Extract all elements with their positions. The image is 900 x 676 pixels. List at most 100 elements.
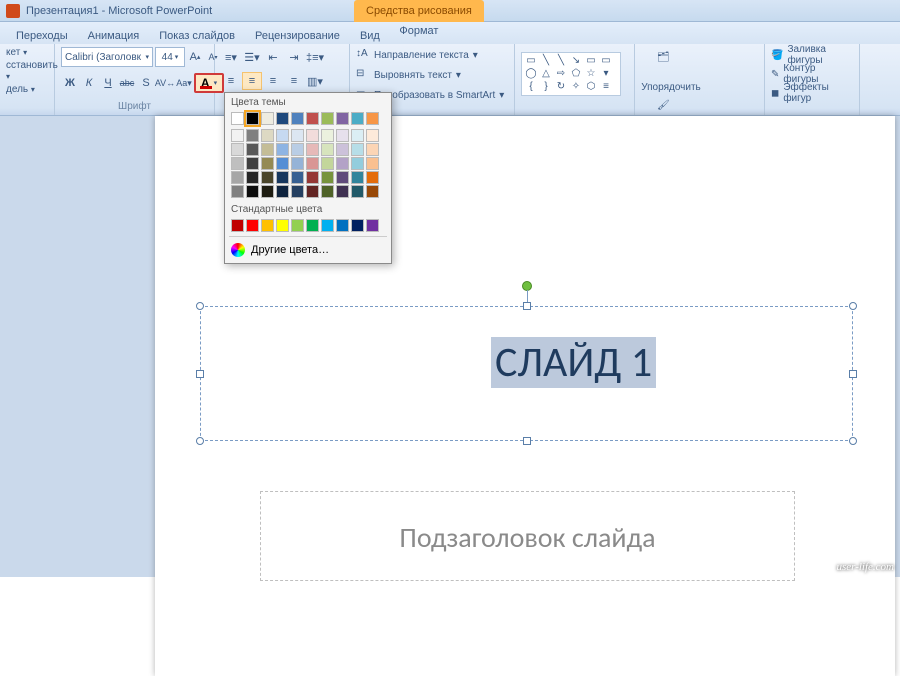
color-swatch[interactable] [231,171,244,184]
align-text-button[interactable]: ⊟Выровнять текст ▾ [356,66,461,84]
color-swatch[interactable] [366,157,379,170]
tab-animation[interactable]: Анимация [78,27,150,44]
color-swatch[interactable] [246,143,259,156]
color-swatch[interactable] [366,129,379,142]
shape-effects-button[interactable]: ◼Эффекты фигур [771,84,853,102]
color-swatch[interactable] [336,219,349,232]
tab-slideshow[interactable]: Показ слайдов [149,27,245,44]
color-swatch[interactable] [351,143,364,156]
color-swatch[interactable] [336,185,349,198]
color-swatch[interactable] [291,143,304,156]
color-swatch[interactable] [306,219,319,232]
shape-textbox-icon[interactable]: ▭ [524,55,538,67]
color-swatch[interactable] [261,185,274,198]
color-swatch[interactable] [321,157,334,170]
change-case-button[interactable]: Aa▾ [175,74,193,92]
color-swatch[interactable] [246,112,259,125]
color-swatch[interactable] [306,185,319,198]
color-swatch[interactable] [231,143,244,156]
color-swatch[interactable] [321,143,334,156]
color-swatch[interactable] [276,129,289,142]
shadow-button[interactable]: S [137,74,155,92]
color-swatch[interactable] [351,157,364,170]
arrange-button[interactable]: 🗂 Упорядочить [641,46,701,98]
color-swatch[interactable] [366,112,379,125]
subtitle-text[interactable]: Подзаголовок слайда [261,520,794,555]
color-swatch[interactable] [351,112,364,125]
color-swatch[interactable] [276,157,289,170]
color-swatch[interactable] [261,112,274,125]
color-swatch[interactable] [261,171,274,184]
color-swatch[interactable] [276,171,289,184]
char-spacing-button[interactable]: AV↔ [156,74,174,92]
color-swatch[interactable] [336,157,349,170]
color-swatch[interactable] [321,129,334,142]
color-swatch[interactable] [351,185,364,198]
shape-fill-button[interactable]: 🪣Заливка фигуры [771,46,853,64]
numbering-button[interactable]: ☰▾ [242,48,262,66]
justify-button[interactable]: ≡ [284,72,304,90]
bullets-button[interactable]: ≡▾ [221,48,241,66]
resize-handle[interactable] [196,302,204,310]
color-swatch[interactable] [336,129,349,142]
resize-handle[interactable] [196,437,204,445]
font-name-combo[interactable]: Calibri (Заголовк▾ [61,47,153,67]
color-swatch[interactable] [291,219,304,232]
indent-inc-button[interactable]: ⇥ [284,48,304,66]
resize-handle[interactable] [849,370,857,378]
color-swatch[interactable] [261,219,274,232]
resize-handle[interactable] [849,437,857,445]
color-swatch[interactable] [261,129,274,142]
color-swatch[interactable] [351,129,364,142]
color-swatch[interactable] [321,171,334,184]
tab-format[interactable]: Формат [354,22,484,44]
color-swatch[interactable] [246,171,259,184]
color-swatch[interactable] [276,112,289,125]
color-swatch[interactable] [276,219,289,232]
color-swatch[interactable] [321,112,334,125]
color-swatch[interactable] [351,171,364,184]
resize-handle[interactable] [523,302,531,310]
color-swatch[interactable] [306,129,319,142]
color-swatch[interactable] [231,112,244,125]
color-swatch[interactable] [306,112,319,125]
text-direction-button[interactable]: ↕AНаправление текста ▾ [356,46,478,64]
color-swatch[interactable] [321,219,334,232]
resize-handle[interactable] [523,437,531,445]
color-swatch[interactable] [306,171,319,184]
color-swatch[interactable] [231,219,244,232]
color-swatch[interactable] [366,185,379,198]
clip-btn-1[interactable]: кет ▾ [6,46,27,59]
color-swatch[interactable] [231,129,244,142]
subtitle-textbox[interactable]: Подзаголовок слайда [260,491,795,581]
title-text[interactable]: СЛАЙД 1 [491,337,656,388]
columns-button[interactable]: ▥▾ [305,72,325,90]
color-swatch[interactable] [276,143,289,156]
color-swatch[interactable] [306,143,319,156]
tab-review[interactable]: Рецензирование [245,27,350,44]
font-size-combo[interactable]: 44▾ [155,47,185,67]
color-swatch[interactable] [366,143,379,156]
color-swatch[interactable] [336,112,349,125]
color-swatch[interactable] [276,185,289,198]
color-swatch[interactable] [291,157,304,170]
italic-button[interactable]: К [80,74,98,92]
font-color-button[interactable]: A ▾ [194,73,224,93]
color-swatch[interactable] [291,185,304,198]
bold-button[interactable]: Ж [61,74,79,92]
line-spacing-button[interactable]: ‡≡▾ [305,48,325,66]
indent-dec-button[interactable]: ⇤ [263,48,283,66]
clip-btn-2[interactable]: сстановить ▾ [6,59,58,83]
color-swatch[interactable] [261,143,274,156]
color-swatch[interactable] [351,219,364,232]
color-swatch[interactable] [231,185,244,198]
color-swatch[interactable] [231,157,244,170]
color-swatch[interactable] [321,185,334,198]
grow-font-button[interactable]: A▴ [187,48,203,66]
color-swatch[interactable] [366,171,379,184]
align-left-button[interactable]: ≡ [221,72,241,90]
color-swatch[interactable] [246,219,259,232]
resize-handle[interactable] [849,302,857,310]
title-textbox[interactable]: СЛАЙД 1 [200,306,853,441]
tab-transitions[interactable]: Переходы [6,27,78,44]
